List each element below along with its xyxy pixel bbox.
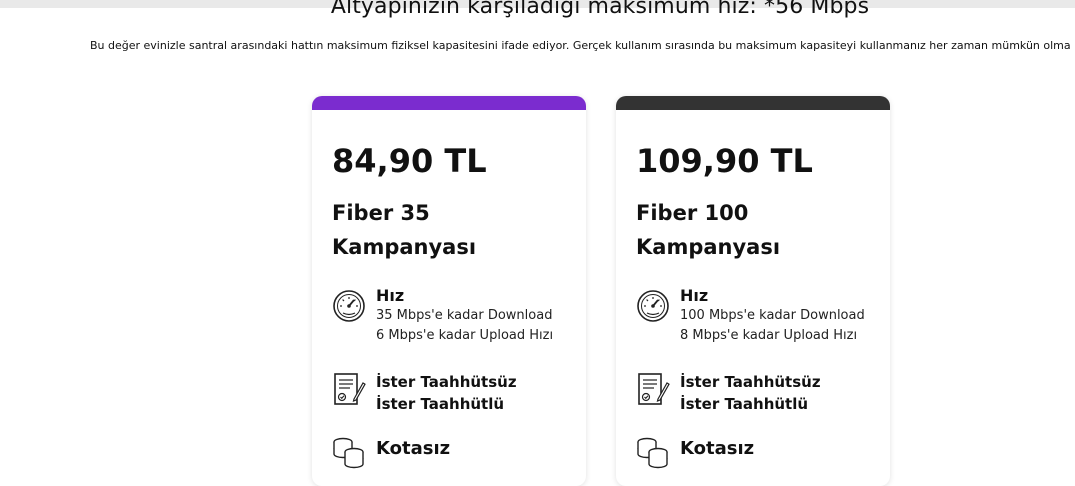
quota-feature: Kotasız [332,436,450,472]
commitment-option: İster Taahhütsüz [680,373,821,391]
quota-label: Kotasız [376,438,451,459]
commitment-option: İster Taahhütlü [376,395,505,413]
upload-speed: 8 Mbps'e kadar Upload Hızı [680,328,858,343]
plan-name-line: Fiber 100 [636,201,749,225]
speed-title: Hız [376,286,405,305]
plan-card-fiber-100[interactable]: 109,90 TL Fiber 100 Kampanyası Hız 100 M… [616,96,890,486]
contract-document-icon [638,373,670,405]
plan-price: 109,90 TL [636,142,813,180]
speedometer-icon [637,290,669,322]
upload-speed: 6 Mbps'e kadar Upload Hızı [376,328,554,343]
commitment-option: İster Taahhütlü [680,395,809,413]
speed-title: Hız [680,286,709,305]
max-speed-description: Bu değer evinizle santral arasındaki hat… [90,39,1071,52]
card-accent-bar [616,96,890,110]
speed-feature: Hız 100 Mbps'e kadar Download 8 Mbps'e k… [636,286,865,346]
plan-card-fiber-35[interactable]: 84,90 TL Fiber 35 Kampanyası Hız 35 Mbps… [312,96,586,486]
speed-feature: Hız 35 Mbps'e kadar Download 6 Mbps'e ka… [332,286,553,346]
plan-name: Fiber 100 Kampanyası [636,196,866,264]
coin-stack-icon [333,437,364,469]
card-accent-bar [312,96,586,110]
download-speed: 100 Mbps'e kadar Download [680,308,865,323]
plan-name: Fiber 35 Kampanyası [332,196,562,264]
plan-name-line: Fiber 35 [332,201,430,225]
quota-feature: Kotasız [636,436,754,472]
plan-name-line: Kampanyası [332,235,477,259]
max-speed-title: Altyapınızın karşıladığı maksimum hız: *… [330,0,870,19]
plan-name-line: Kampanyası [636,235,781,259]
speed-text: Hız 100 Mbps'e kadar Download 8 Mbps'e k… [680,286,865,346]
commitment-text: İster Taahhütsüz İster Taahhütlü [680,371,821,415]
plan-price: 84,90 TL [332,142,487,180]
quota-label: Kotasız [680,438,755,459]
download-speed: 35 Mbps'e kadar Download [376,308,553,323]
commitment-feature: İster Taahhütsüz İster Taahhütlü [636,371,821,415]
contract-document-icon [334,373,366,405]
speed-text: Hız 35 Mbps'e kadar Download 6 Mbps'e ka… [376,286,553,346]
commitment-text: İster Taahhütsüz İster Taahhütlü [376,371,517,415]
speedometer-icon [333,290,365,322]
coin-stack-icon [637,437,668,469]
commitment-option: İster Taahhütsüz [376,373,517,391]
commitment-feature: İster Taahhütsüz İster Taahhütlü [332,371,517,415]
